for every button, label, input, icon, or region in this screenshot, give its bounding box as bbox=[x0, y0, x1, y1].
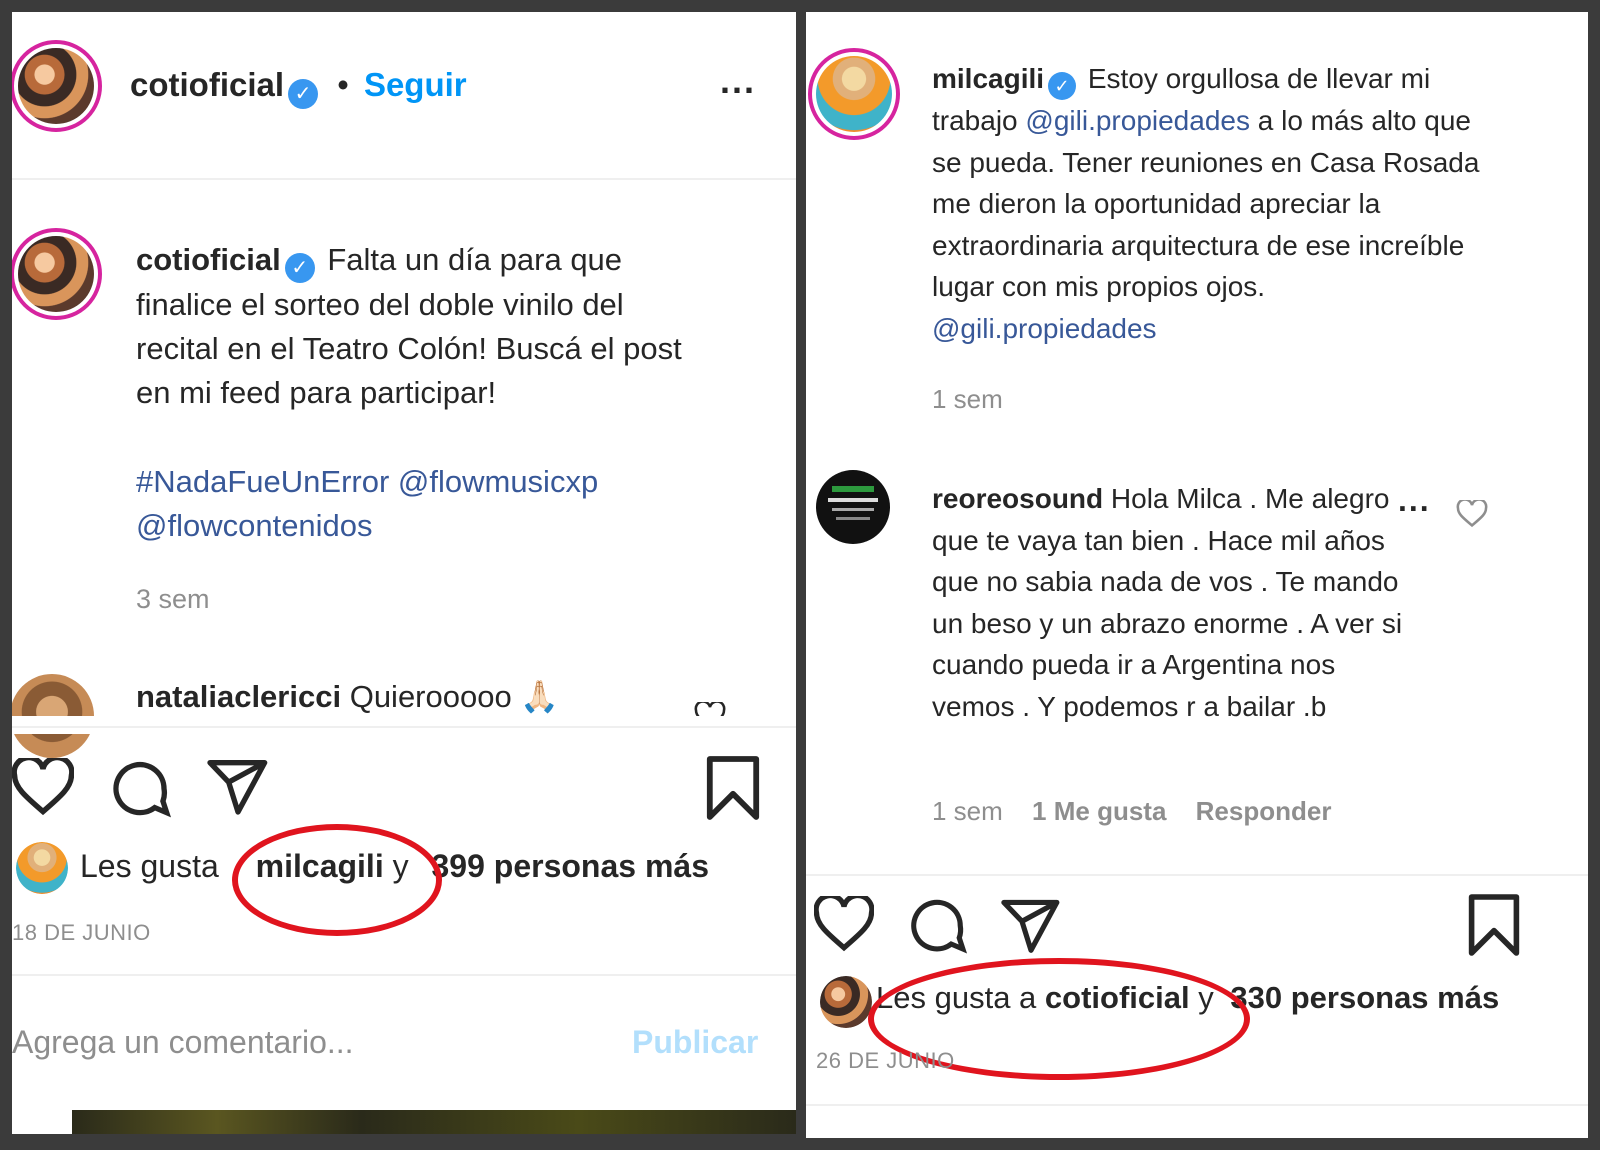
date-divider bbox=[12, 974, 796, 976]
comment-row: nataliaclericci Quierooooo 🙏🏻 bbox=[136, 678, 559, 715]
comment-overflow-mask bbox=[12, 716, 796, 734]
likes-liker[interactable]: cotioficial bbox=[1045, 980, 1190, 1015]
post-caption: cotioficial ✓ Falta un día para que final… bbox=[136, 238, 706, 415]
post-date[interactable]: 26 DE JUNIO bbox=[816, 1048, 955, 1074]
likes-summary: Les gusta a cotioficial y 330 personas m… bbox=[876, 980, 1499, 1016]
image-strip-below bbox=[72, 1110, 796, 1134]
likes-summary: Les gusta milcagili y 399 personas más bbox=[80, 848, 709, 885]
likes-conjunction: y bbox=[392, 848, 409, 884]
save-bookmark-icon[interactable] bbox=[704, 756, 762, 820]
caption-username[interactable]: cotioficial bbox=[136, 242, 281, 277]
comment-username[interactable]: reoreosound bbox=[932, 483, 1103, 514]
save-bookmark-icon[interactable] bbox=[1466, 894, 1522, 956]
comment-text: Hola Milca . Me alegro que te vaya tan b… bbox=[932, 483, 1403, 722]
post-date[interactable]: 18 DE JUNIO bbox=[12, 920, 151, 946]
caption-tags-line-1[interactable]: #NadaFueUnError @flowmusicxp bbox=[136, 460, 598, 504]
caption-username[interactable]: milcagili bbox=[932, 63, 1044, 94]
more-options-icon[interactable]: ... bbox=[720, 60, 756, 102]
add-comment-input[interactable]: Agrega un comentario... bbox=[12, 1024, 354, 1061]
left-post-panel: cotioficial ✓ • Seguir ... cotioficial ✓ F… bbox=[12, 12, 796, 1134]
comment-more-options-icon[interactable]: ... bbox=[1394, 482, 1435, 519]
comment-bubble-icon[interactable] bbox=[108, 758, 172, 822]
milcagili-avatar[interactable] bbox=[808, 48, 900, 140]
caption-mention-1[interactable]: @gili.propiedades bbox=[1025, 105, 1250, 136]
comment-username[interactable]: nataliaclericci bbox=[136, 679, 341, 714]
comment-text: Quierooooo bbox=[349, 679, 512, 714]
post-header: cotioficial ✓ • Seguir bbox=[130, 66, 467, 109]
publish-button[interactable]: Publicar bbox=[632, 1024, 758, 1061]
right-post-panel: milcagili ✓ Estoy orgullosa de llevar mi … bbox=[806, 12, 1588, 1138]
share-send-icon[interactable] bbox=[1000, 898, 1062, 956]
verified-badge-icon: ✓ bbox=[288, 79, 319, 109]
date-divider bbox=[806, 1104, 1588, 1106]
comments-divider bbox=[12, 726, 796, 728]
likes-prefix: Les gusta a bbox=[876, 980, 1037, 1015]
caption-mention-2[interactable]: @gili.propiedades bbox=[932, 313, 1157, 344]
reply-button[interactable]: Responder bbox=[1196, 796, 1332, 826]
caption-tags-line-2[interactable]: @flowcontenidos bbox=[136, 504, 373, 548]
comment-body: reoreosound Hola Milca . Me alegro que t… bbox=[932, 478, 1422, 728]
caption-timestamp[interactable]: 1 sem bbox=[932, 384, 1003, 415]
likes-count[interactable]: 399 personas más bbox=[431, 848, 709, 884]
caption-timestamp[interactable]: 3 sem bbox=[136, 584, 210, 615]
liker-avatar[interactable] bbox=[820, 976, 872, 1028]
comment-emoji: 🙏🏻 bbox=[520, 679, 559, 714]
header-divider bbox=[12, 178, 796, 180]
likes-liker[interactable]: milcagili bbox=[256, 848, 384, 884]
caption-avatar[interactable] bbox=[12, 228, 102, 320]
likes-prefix: Les gusta bbox=[80, 848, 219, 884]
share-send-icon[interactable] bbox=[206, 758, 270, 818]
comment-meta: 1 sem 1 Me gusta Responder bbox=[932, 796, 1331, 827]
likes-conjunction: y bbox=[1198, 980, 1214, 1015]
cotioficial-avatar[interactable] bbox=[12, 40, 102, 132]
verified-badge-icon: ✓ bbox=[1048, 72, 1077, 100]
like-heart-icon[interactable] bbox=[12, 758, 74, 816]
comment-timestamp[interactable]: 1 sem bbox=[932, 796, 1003, 826]
comment-like-heart-icon[interactable] bbox=[1456, 500, 1488, 528]
comments-divider bbox=[806, 874, 1588, 876]
header-username[interactable]: cotioficial bbox=[130, 66, 284, 103]
liker-avatar[interactable] bbox=[16, 842, 68, 894]
likes-count[interactable]: 330 personas más bbox=[1230, 980, 1499, 1015]
verified-badge-icon: ✓ bbox=[284, 253, 315, 283]
post-caption: milcagili ✓ Estoy orgullosa de llevar mi … bbox=[932, 58, 1492, 350]
follow-button[interactable]: Seguir bbox=[364, 66, 467, 103]
header-separator: • bbox=[337, 66, 349, 103]
like-heart-icon[interactable] bbox=[814, 896, 874, 952]
comment-likes-count[interactable]: 1 Me gusta bbox=[1032, 796, 1166, 826]
commenter-avatar[interactable] bbox=[816, 470, 890, 544]
comment-bubble-icon[interactable] bbox=[906, 896, 968, 958]
